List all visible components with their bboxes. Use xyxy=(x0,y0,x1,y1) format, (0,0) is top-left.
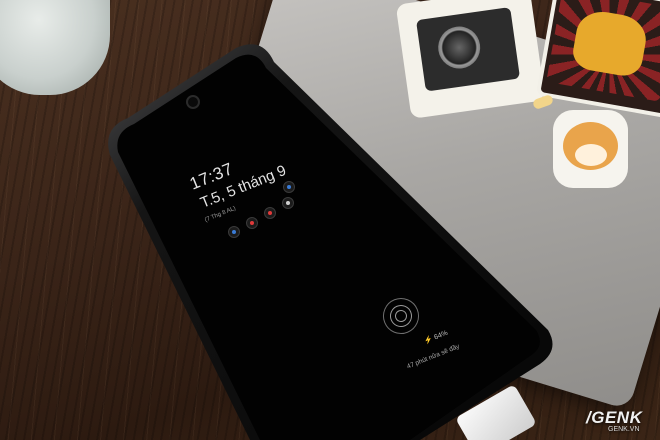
phone xyxy=(108,44,553,440)
genk-logo: /GENK xyxy=(586,408,643,427)
genk-url: GENK.VN xyxy=(608,426,640,433)
notification-icon[interactable] xyxy=(228,226,240,238)
genk-brand: GENK xyxy=(591,408,643,427)
photo-scene: 17:37 T.5, 5 tháng 9 (7 Thg 8 AL) ⚡ 64% … xyxy=(0,0,660,440)
front-camera xyxy=(186,95,200,109)
notification-icon[interactable] xyxy=(283,181,295,193)
notification-icon[interactable] xyxy=(246,217,258,229)
notification-icon[interactable] xyxy=(264,207,276,219)
phone-screen xyxy=(117,54,540,440)
notification-icon[interactable] xyxy=(282,197,294,209)
